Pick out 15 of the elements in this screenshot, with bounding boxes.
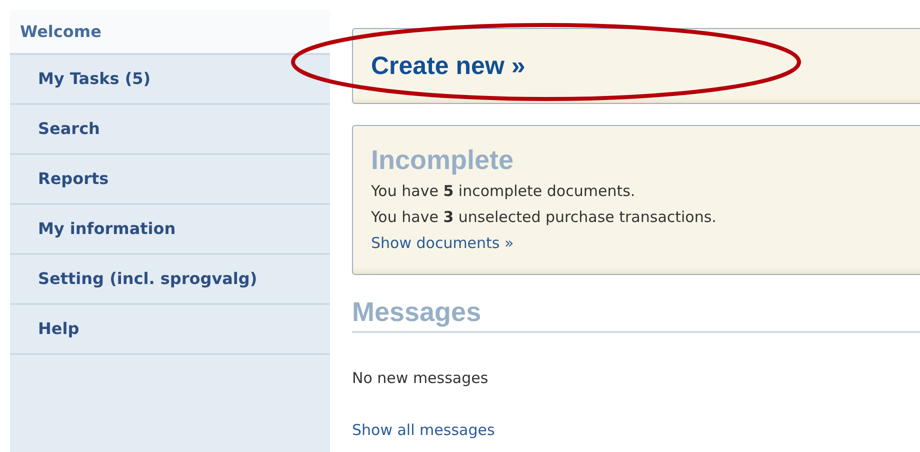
sidebar-item[interactable]: Help xyxy=(10,305,330,355)
sidebar-item[interactable]: My Tasks (5) xyxy=(10,55,330,105)
info-text: You have 5 incomplete documents. xyxy=(371,181,636,202)
info-text: No new messages xyxy=(352,369,490,387)
sidebar-item[interactable]: Reports xyxy=(10,155,330,205)
info-text: You have 3 unselected purchase transactions. xyxy=(371,207,718,228)
sidebar-item[interactable]: My information xyxy=(10,205,330,255)
sidebar-item[interactable]: Welcome xyxy=(10,10,330,55)
show-documents-link[interactable]: Show documents » xyxy=(371,230,514,256)
panel-title: Incomplete xyxy=(371,144,515,176)
create-new-link[interactable]: Create new » xyxy=(371,52,526,80)
section-heading: Messages xyxy=(352,296,920,333)
sidebar-item[interactable]: Search xyxy=(10,105,330,155)
sidebar-item[interactable]: Setting (incl. sprogvalg) xyxy=(10,255,330,305)
show-all-messages-link[interactable]: Show all messages xyxy=(352,417,495,443)
